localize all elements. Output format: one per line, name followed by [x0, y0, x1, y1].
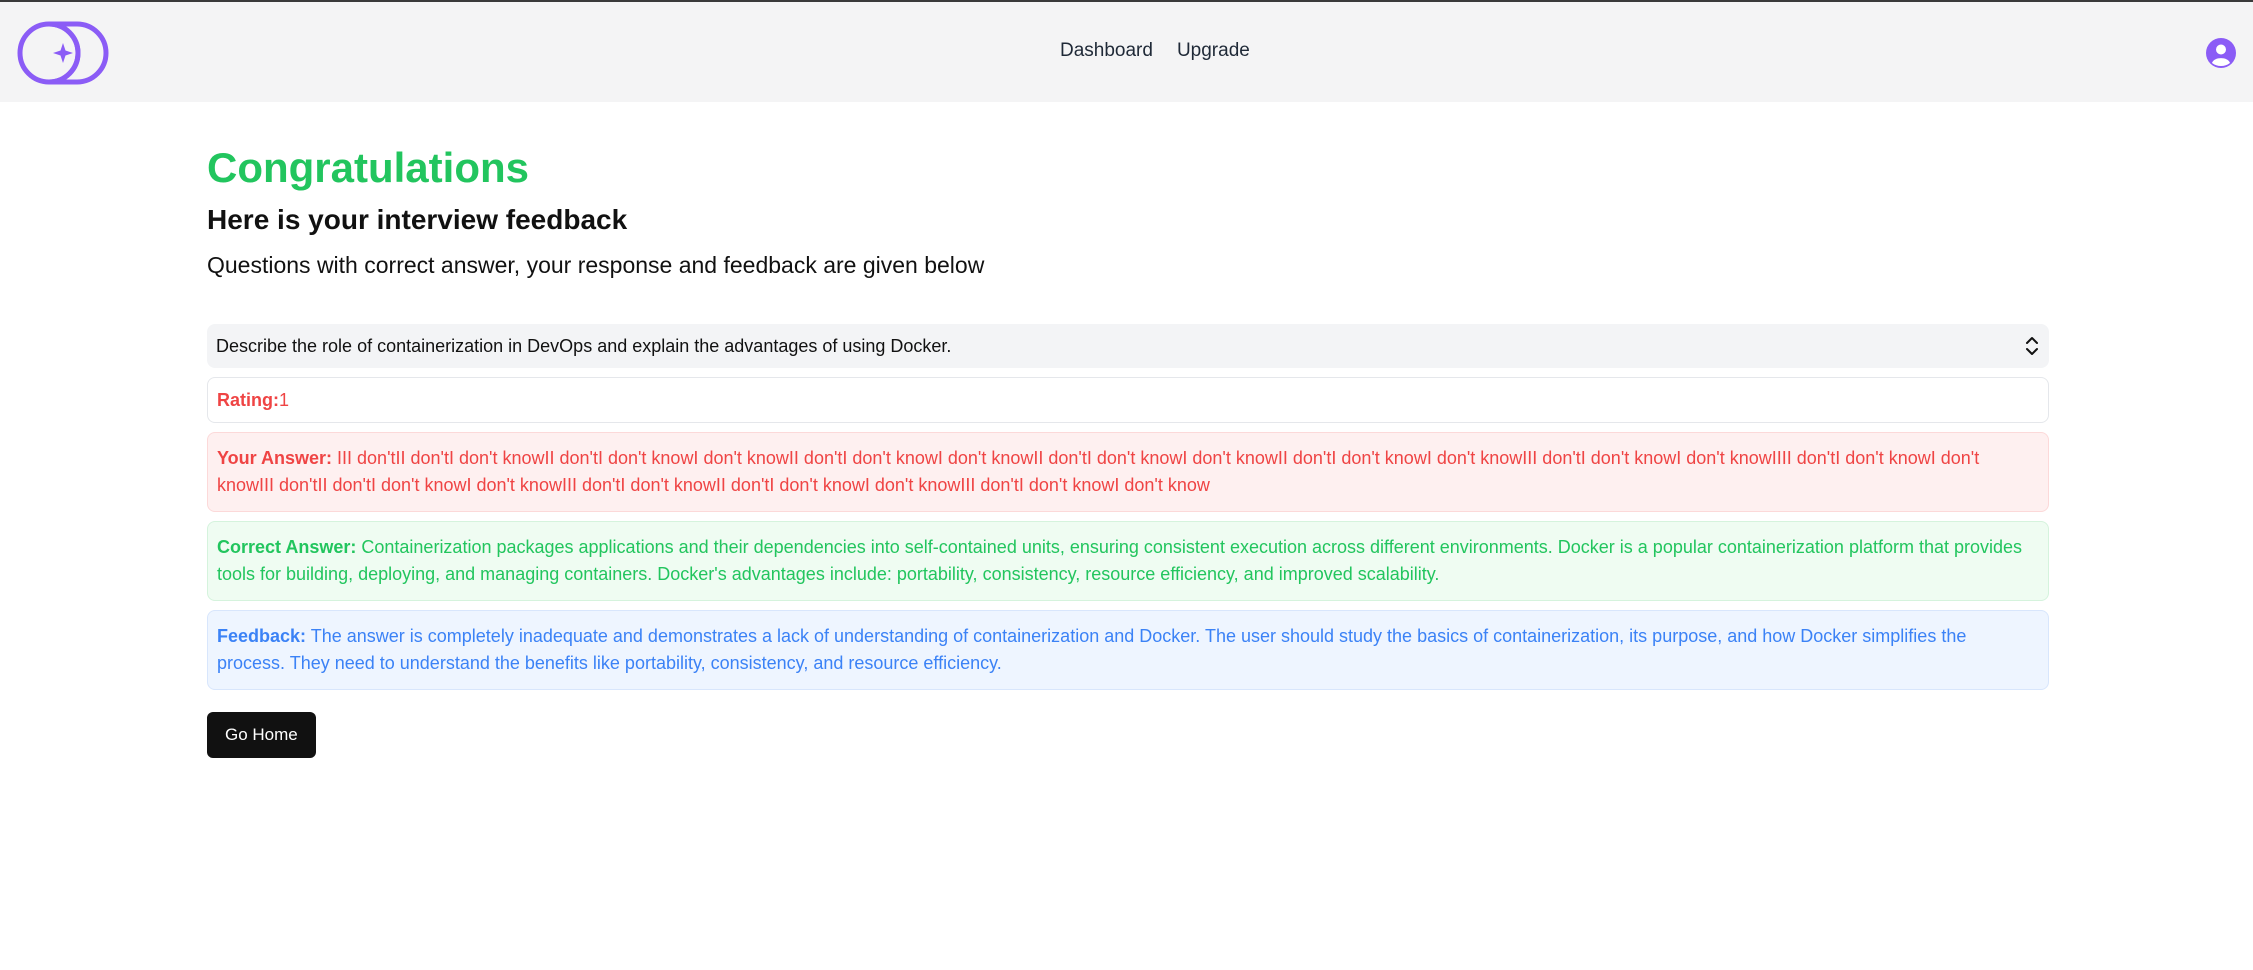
top-navbar: Dashboard Upgrade — [0, 0, 2253, 102]
correct-answer-text: Containerization packages applications a… — [217, 537, 2023, 584]
feedback-content: Congratulations Here is your interview f… — [207, 140, 2049, 758]
your-answer-text: III don'tII don'tI don't knowII don'tI d… — [217, 448, 1980, 495]
chevron-up-down-icon — [2026, 337, 2038, 355]
page-description: Questions with correct answer, your resp… — [207, 252, 985, 278]
your-answer-label: Your Answer: — [217, 448, 333, 468]
feedback-text: The answer is completely inadequate and … — [217, 626, 1967, 673]
correct-answer-card: Correct Answer: Containerization package… — [207, 521, 2049, 601]
feedback-card: Feedback: The answer is completely inade… — [207, 610, 2049, 690]
correct-answer-label: Correct Answer: — [217, 537, 357, 557]
go-home-button[interactable]: Go Home — [207, 712, 316, 758]
logo-icon[interactable] — [16, 20, 110, 86]
rating-label: Rating: — [217, 390, 279, 410]
page-subtitle: Here is your interview feedback — [207, 204, 628, 235]
main-nav: Dashboard Upgrade — [1060, 40, 1250, 62]
nav-upgrade-link[interactable]: Upgrade — [1177, 40, 1250, 62]
your-answer-card: Your Answer: III don'tII don'tI don't kn… — [207, 432, 2049, 512]
user-avatar-icon[interactable] — [2206, 38, 2236, 68]
question-collapsible-trigger[interactable]: Describe the role of containerization in… — [207, 324, 2049, 368]
page-title: Congratulations — [207, 144, 529, 191]
nav-dashboard-link[interactable]: Dashboard — [1060, 40, 1153, 62]
feedback-label: Feedback: — [217, 626, 307, 646]
rating-value: 1 — [279, 390, 290, 410]
rating-card: Rating:1 — [207, 377, 2049, 423]
question-text: Describe the role of containerization in… — [216, 335, 952, 356]
